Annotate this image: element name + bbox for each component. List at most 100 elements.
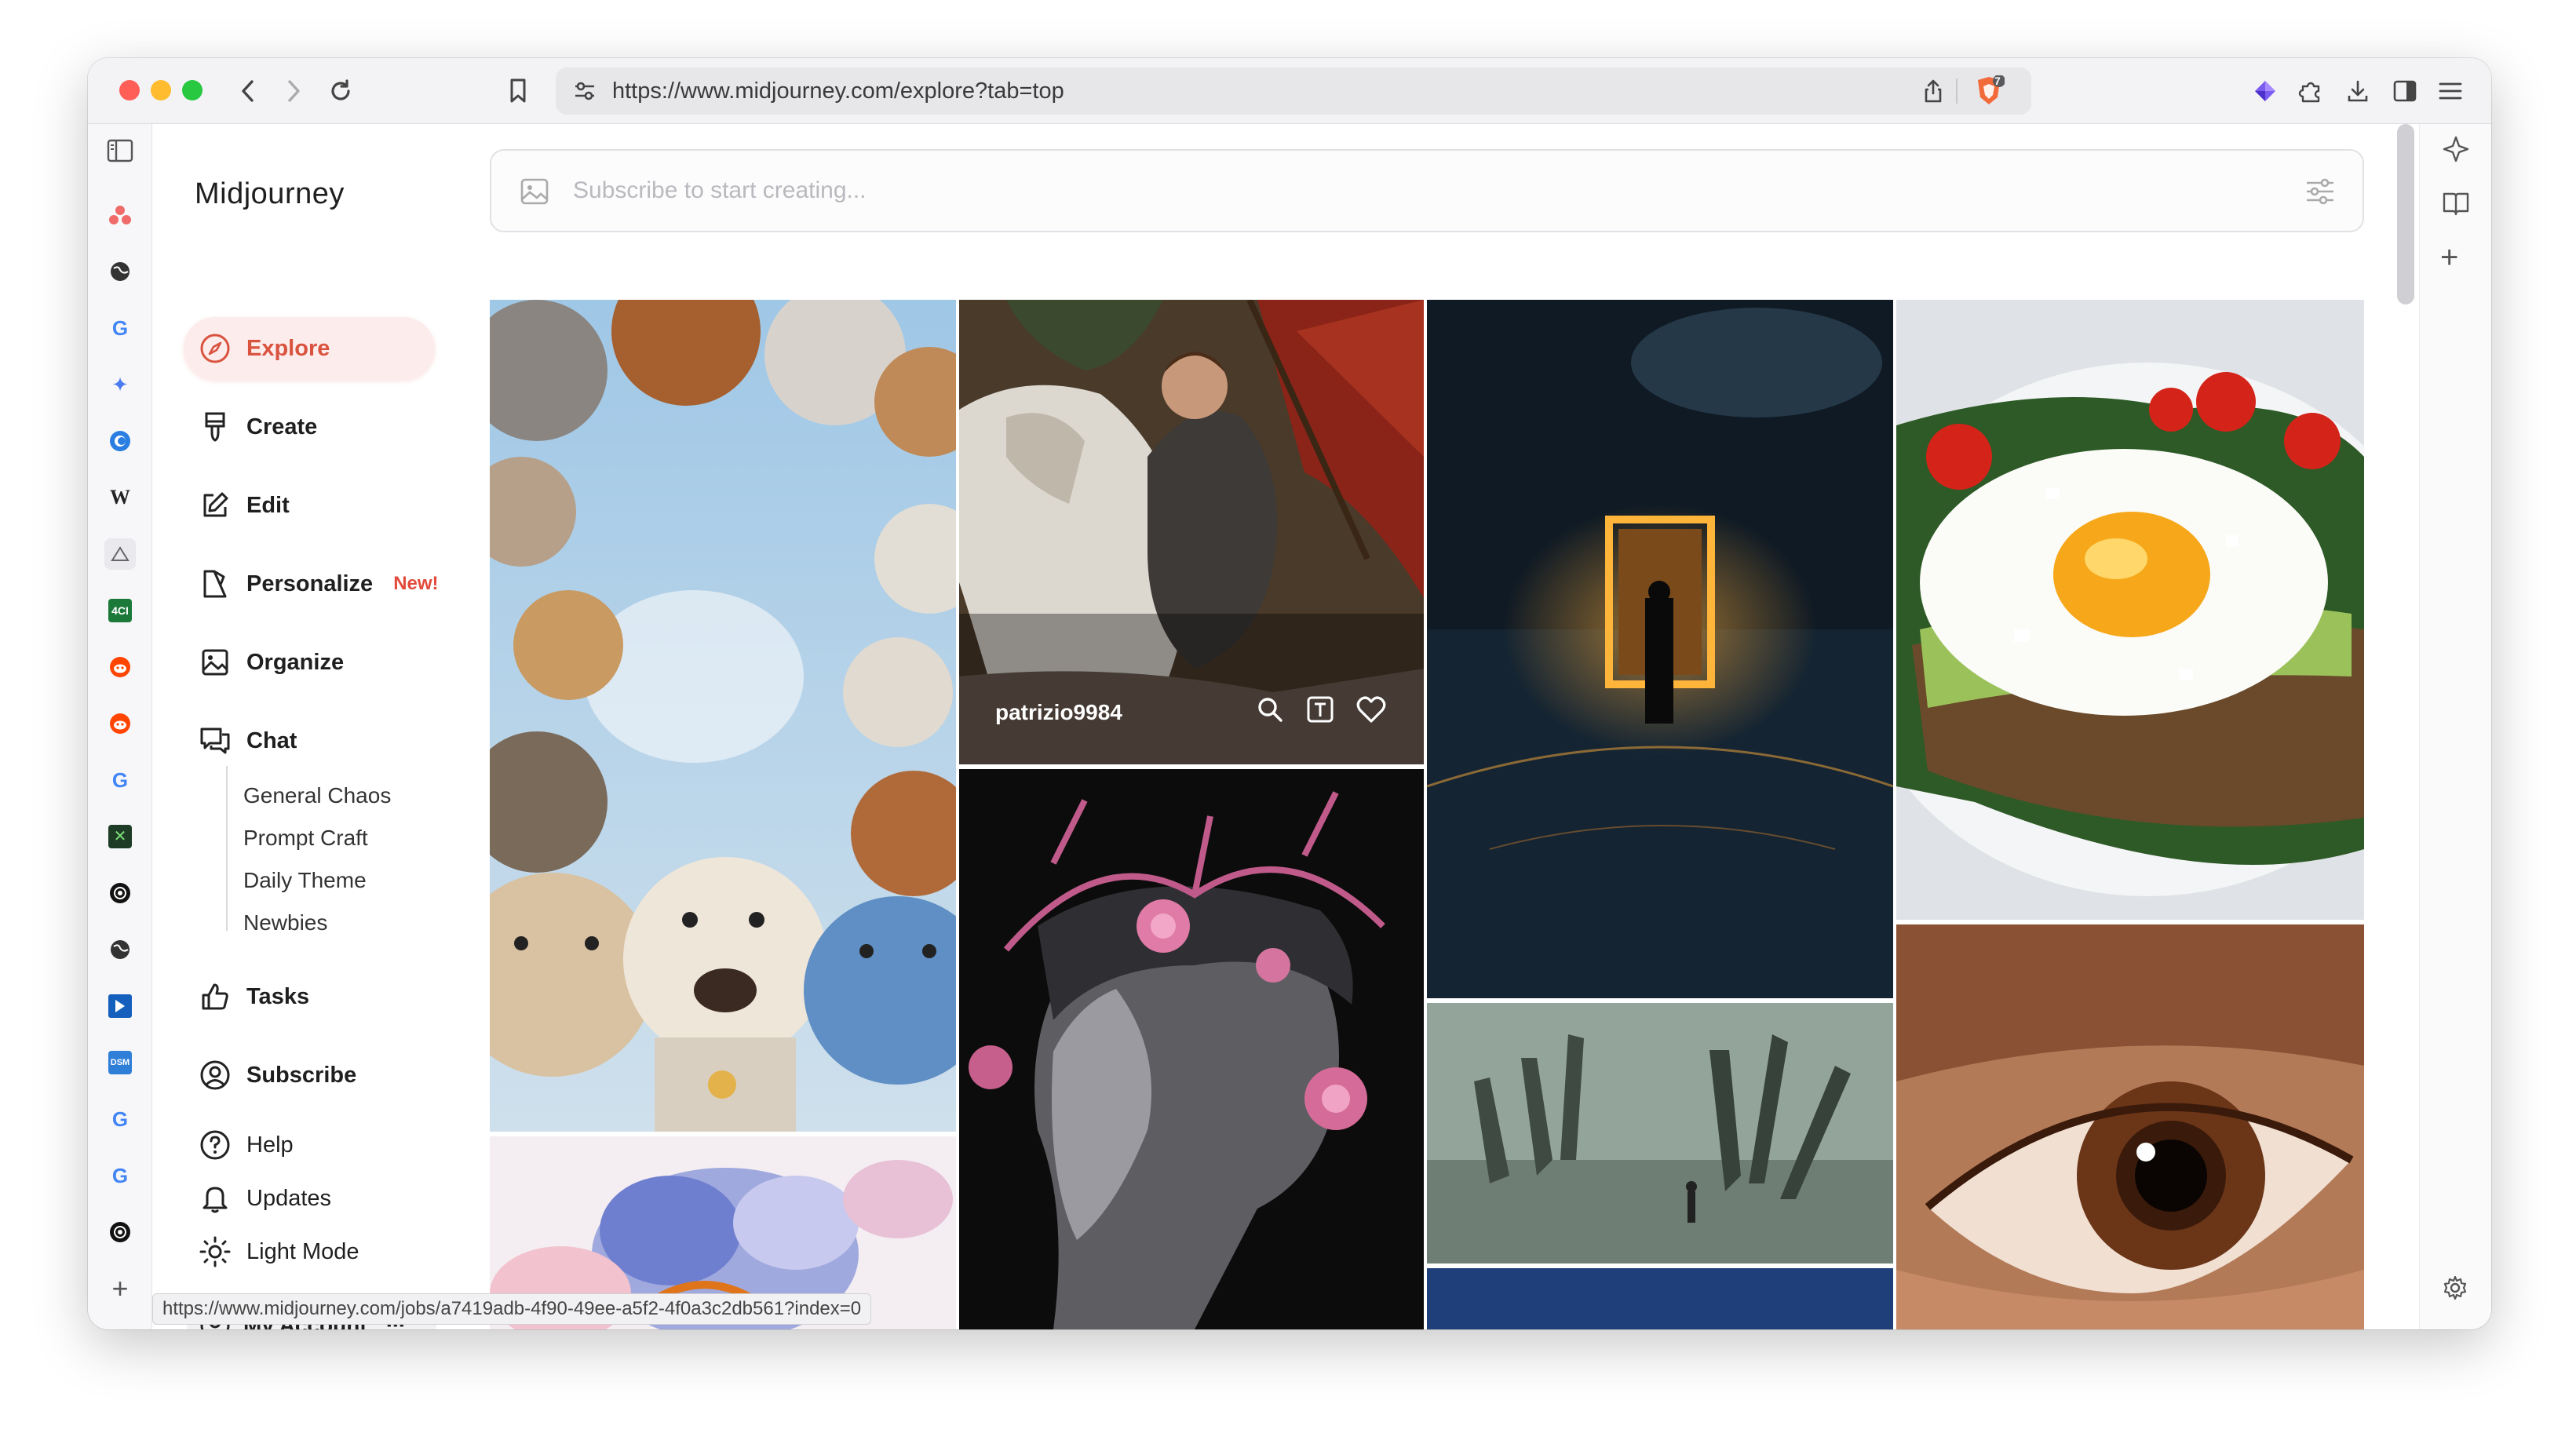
chat-room-link[interactable]: General Chaos [243, 783, 391, 808]
tile-glowing-portal-ocean[interactable] [1427, 300, 1893, 998]
zoom-window-button[interactable] [182, 80, 203, 100]
search-icon[interactable] [1256, 695, 1284, 724]
share-icon[interactable] [1921, 78, 1945, 104]
bookmark-icon[interactable] [502, 75, 534, 107]
nav-organize[interactable]: Organize [184, 631, 435, 694]
nav-updates-label: Updates [246, 1185, 332, 1211]
new-badge: New! [393, 573, 439, 594]
site-settings-icon[interactable] [573, 80, 597, 102]
app-icon[interactable] [104, 538, 136, 570]
ai-sparkle-icon[interactable] [2442, 135, 2470, 167]
chat-icon [198, 724, 232, 758]
wikipedia-icon[interactable]: W [104, 482, 136, 513]
tile-dogs-looking-down[interactable] [490, 300, 956, 1132]
brave-shield-icon[interactable]: 7 [1973, 75, 2005, 104]
nav-chat-label: Chat [246, 727, 297, 753]
openai-icon[interactable] [104, 877, 136, 909]
nav-explore-label: Explore [246, 335, 330, 361]
prompt-input[interactable]: Subscribe to start creating... [490, 149, 2364, 232]
reload-icon[interactable] [325, 75, 356, 107]
image-icon [198, 645, 232, 680]
nav-organize-label: Organize [246, 649, 345, 675]
d-app-icon[interactable] [104, 990, 136, 1022]
help-icon [198, 1128, 232, 1162]
nav-explore[interactable]: Explore [184, 317, 435, 380]
nav-subscribe-label: Subscribe [246, 1062, 357, 1088]
globe-icon[interactable] [104, 934, 136, 965]
globe-icon[interactable] [104, 256, 136, 287]
chat-room-link[interactable]: Newbies [243, 910, 327, 935]
nav-personalize-label: Personalize [246, 571, 374, 596]
add-icon[interactable]: + [104, 1272, 136, 1304]
extensions-puzzle-icon[interactable] [2295, 75, 2326, 107]
nav-light-mode[interactable]: Light Mode [184, 1226, 435, 1278]
nav-tasks[interactable]: Tasks [184, 965, 435, 1028]
downloads-icon[interactable] [2342, 75, 2373, 107]
sun-icon [198, 1234, 232, 1269]
dsm-icon[interactable]: DSM [104, 1047, 136, 1078]
text-prompt-icon[interactable] [1306, 695, 1334, 724]
nav-subscribe[interactable]: Subscribe [184, 1044, 435, 1107]
thumbs-up-icon [198, 979, 232, 1014]
gear-icon[interactable] [2442, 1274, 2468, 1305]
nav-create-label: Create [246, 414, 318, 439]
user-circle-icon [198, 1058, 232, 1092]
nav-personalize[interactable]: Personalize New! [184, 552, 451, 615]
tile-knight-on-horse[interactable]: patrizio9984 [959, 300, 1424, 764]
brush-icon [198, 410, 232, 444]
hover-username[interactable]: patrizio9984 [995, 700, 1122, 725]
google-icon[interactable]: G [104, 312, 136, 344]
minimize-window-button[interactable] [151, 80, 171, 100]
gemini-icon[interactable]: ✦ [104, 369, 136, 400]
google-icon[interactable]: G [104, 1103, 136, 1135]
nav-updates[interactable]: Updates [184, 1172, 435, 1224]
tile-egg-avocado-toast[interactable] [1896, 300, 2364, 920]
tile-blue-partial[interactable] [1427, 1268, 1893, 1329]
url-text[interactable]: https://www.midjourney.com/explore?tab=t… [612, 67, 1064, 115]
4ci-icon[interactable]: 4CI [104, 595, 136, 626]
sidebar-panel-icon[interactable] [2389, 75, 2421, 107]
right-tool-strip: + [2419, 124, 2491, 1329]
asana-icon[interactable] [104, 199, 136, 231]
nav-chat[interactable]: Chat [184, 709, 435, 772]
tile-giant-hands-fog[interactable] [1427, 1003, 1893, 1264]
app-x-icon[interactable]: ✕ [104, 821, 136, 852]
nav-edit[interactable]: Edit [184, 474, 435, 537]
forward-icon[interactable] [278, 75, 309, 107]
add-panel-icon[interactable]: + [2440, 240, 2458, 275]
midjourney-page: Midjourney Explore Create Edit Personali… [152, 124, 2419, 1329]
tile-eye-closeup[interactable] [1896, 924, 2364, 1329]
browser-sidebar-rail: G ✦ W 4CI G ✕ DSM G G + [88, 124, 152, 1329]
nav-tasks-label: Tasks [246, 983, 310, 1009]
nav-help[interactable]: Help [184, 1119, 435, 1171]
compass-icon [198, 331, 232, 366]
chat-rooms-divider [226, 766, 228, 931]
reddit-icon[interactable] [104, 708, 136, 739]
nav-create[interactable]: Create [184, 396, 435, 458]
chat-room-link[interactable]: Daily Theme [243, 868, 367, 893]
menu-icon[interactable] [2435, 75, 2466, 107]
google-icon[interactable]: G [104, 1160, 136, 1191]
address-bar[interactable]: https://www.midjourney.com/explore?tab=t… [556, 67, 2031, 115]
copilot-icon[interactable] [104, 425, 136, 457]
reading-list-icon[interactable] [2442, 190, 2470, 221]
sidebar-toggle-icon[interactable] [104, 135, 136, 166]
image-upload-icon[interactable] [520, 177, 549, 210]
browser-window: https://www.midjourney.com/explore?tab=t… [88, 58, 2491, 1329]
back-icon[interactable] [232, 75, 264, 107]
nav-help-label: Help [246, 1132, 294, 1158]
page-scrollbar[interactable] [2397, 124, 2414, 304]
tile-statue-roses[interactable] [959, 769, 1424, 1329]
extension-gem-icon[interactable] [2249, 75, 2281, 107]
personalize-icon [198, 567, 232, 601]
bell-icon [198, 1181, 232, 1216]
nav-light-mode-label: Light Mode [246, 1238, 359, 1264]
heart-icon[interactable] [1356, 695, 1386, 724]
chat-room-link[interactable]: Prompt Craft [243, 826, 368, 851]
settings-sliders-icon[interactable] [2304, 177, 2336, 210]
google-icon[interactable]: G [104, 764, 136, 796]
close-window-button[interactable] [119, 80, 140, 100]
browser-toolbar: https://www.midjourney.com/explore?tab=t… [88, 58, 2491, 124]
openai-icon[interactable] [104, 1216, 136, 1248]
reddit-icon[interactable] [104, 651, 136, 683]
